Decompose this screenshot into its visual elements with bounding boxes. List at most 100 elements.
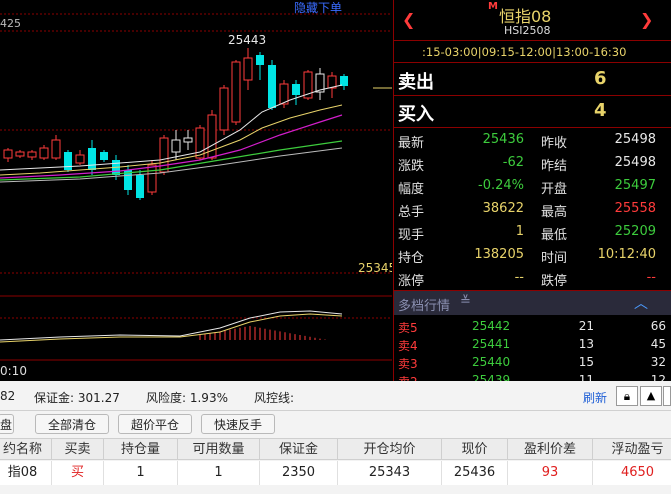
quote-label: 昨结	[541, 159, 568, 174]
quote-label: 开盘	[541, 182, 568, 197]
quote-value: -0.24%	[478, 178, 524, 193]
position-tab[interactable]: 盘	[0, 414, 14, 434]
quote-label: 幅度	[398, 182, 425, 197]
depth-header[interactable]: 多档行情 ≚ ︿	[394, 291, 671, 315]
candle-body	[75, 154, 85, 164]
quote-label: 总手	[398, 205, 425, 220]
contract-code: HSI2508	[504, 24, 551, 37]
candlestick-chart[interactable]: 隐藏下单 425 25443 25345 0:10	[0, 0, 392, 381]
table-cell: 25343	[338, 461, 442, 485]
account-value: 82	[0, 389, 16, 403]
quote-label: 最高	[541, 205, 568, 220]
quote-label: 跌停	[541, 274, 568, 289]
ask-label: 卖出	[398, 72, 434, 93]
quote-label: 最低	[541, 228, 568, 243]
quote-value: 10:12:40	[597, 247, 656, 262]
quote-value: 1	[515, 224, 524, 239]
column-header[interactable]: 可用数量	[178, 438, 260, 460]
quote-value: 25558	[614, 201, 656, 216]
column-header[interactable]: 现价	[442, 438, 508, 460]
quote-value: 138205	[474, 247, 524, 262]
collapse-icon[interactable]: ︿	[634, 293, 648, 313]
depth-side: 卖3	[398, 357, 418, 371]
candle-body	[51, 139, 61, 159]
risk-label: 风险度: 1.93%	[146, 391, 228, 405]
high-price-label: 25443	[228, 33, 267, 47]
lock-icon[interactable]: 🔒︎	[616, 386, 638, 406]
candle-body	[340, 76, 348, 86]
main-contract-badge: M	[488, 1, 498, 12]
ask-quantity: 6	[594, 68, 607, 89]
table-cell: 93	[508, 461, 593, 485]
column-header[interactable]: 盈利价差	[508, 438, 593, 460]
table-cell: 4650	[593, 461, 671, 485]
margin-label: 保证金: 301.27	[34, 391, 120, 405]
candle-body	[231, 61, 241, 123]
double-chevron-down-icon[interactable]: ≚	[460, 294, 471, 309]
candle-body	[64, 152, 72, 170]
price-axis-label-top: 425	[0, 17, 21, 30]
column-header[interactable]: 浮动盈亏	[593, 438, 671, 460]
candle-body	[3, 149, 13, 159]
quote-label: 昨收	[541, 136, 568, 151]
chevron-right-icon[interactable]: ❯	[640, 10, 653, 29]
panel-control-button[interactable]	[663, 386, 671, 406]
quote-label: 涨停	[398, 274, 425, 289]
table-cell: 指08	[0, 461, 52, 485]
chart-canvas	[0, 13, 392, 361]
bid-label: 买入	[398, 104, 434, 125]
bid-price[interactable]: 25436	[462, 100, 525, 121]
column-header[interactable]: 开仓均价	[338, 438, 442, 460]
candle-body	[27, 151, 37, 158]
expand-up-icon[interactable]: ▲	[640, 386, 662, 406]
quote-value: 25498	[614, 132, 656, 147]
quote-value: 25209	[614, 224, 656, 239]
depth-qty: 15	[578, 355, 594, 369]
candle-body	[243, 57, 253, 81]
trading-sessions: :15-03:00|09:15-12:00|13:00-16:30	[422, 45, 627, 59]
quote-value: 25436	[482, 132, 524, 147]
quote-value: 25498	[614, 155, 656, 170]
depth-side: 卖4	[398, 339, 418, 353]
candle-body	[147, 164, 157, 193]
hide-order-link[interactable]: 隐藏下单	[294, 0, 342, 16]
candle-body	[256, 55, 264, 65]
candle-body	[171, 139, 181, 153]
refresh-link[interactable]: 刷新	[583, 389, 607, 406]
bid-quantity: 4	[594, 100, 607, 121]
depth-side: 卖5	[398, 321, 418, 335]
table-cell: 买	[52, 461, 104, 485]
quote-value: 38622	[482, 201, 524, 216]
candle-body	[268, 65, 276, 108]
depth-price[interactable]: 25442	[472, 319, 510, 333]
ask-price[interactable]: 25438	[462, 68, 525, 89]
table-cell: 25436	[442, 461, 508, 485]
candle-body	[219, 87, 229, 131]
column-header[interactable]: 保证金	[260, 438, 338, 460]
depth-title: 多档行情	[398, 299, 451, 314]
chevron-left-icon[interactable]: ❮	[402, 10, 415, 29]
depth-price[interactable]: 25441	[472, 337, 510, 351]
depth-extra: 32	[650, 355, 666, 369]
candle-body	[15, 151, 25, 157]
risk-control-label: 风控线:	[254, 391, 295, 405]
candle-body	[292, 84, 300, 95]
candle-body	[39, 147, 49, 159]
time-axis-label: 0:10	[0, 364, 27, 378]
table-cell: 2350	[260, 461, 338, 485]
candle-body	[100, 152, 108, 160]
candle-body	[136, 175, 144, 198]
quote-value: --	[646, 270, 656, 285]
quote-label: 涨跌	[398, 159, 425, 174]
quote-value: --	[514, 270, 524, 285]
close-all-button[interactable]: 全部清仓	[35, 414, 109, 434]
depth-price[interactable]: 25440	[472, 355, 510, 369]
quick-reverse-button[interactable]: 快速反手	[201, 414, 275, 434]
quote-panel: ❮ ❯ M 恒指08 HSI2508 :15-03:00|09:15-12:00…	[393, 0, 671, 389]
super-close-button[interactable]: 超价平仓	[118, 414, 192, 434]
column-header[interactable]: 买卖	[52, 438, 104, 460]
column-header[interactable]: 持仓量	[104, 438, 178, 460]
quote-label: 最新	[398, 136, 425, 151]
column-header[interactable]: 约名称	[0, 438, 52, 460]
quote-label: 持仓	[398, 251, 425, 266]
